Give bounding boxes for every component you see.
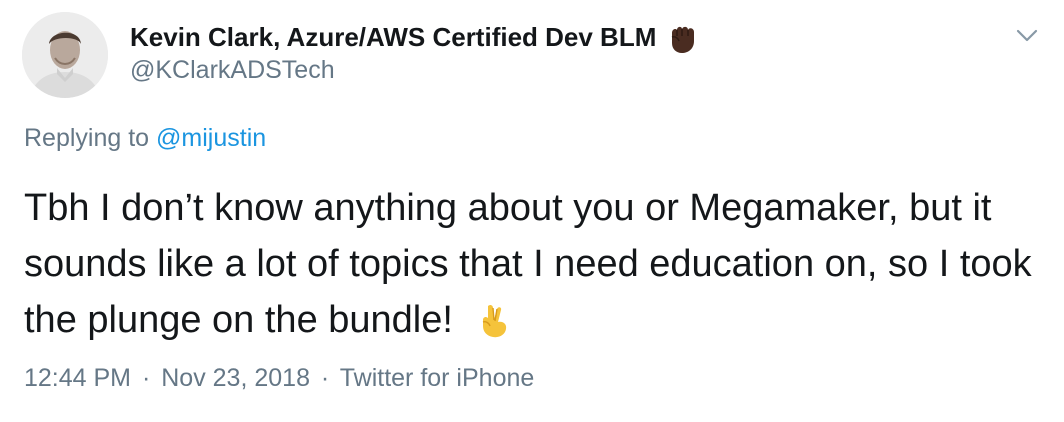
tweet-date[interactable]: Nov 23, 2018 bbox=[161, 364, 310, 392]
reply-mention-link[interactable]: @mijustin bbox=[156, 124, 266, 152]
raised-fist-icon bbox=[664, 19, 700, 55]
author-name[interactable]: Kevin Clark, Azure/AWS Certified Dev BLM bbox=[130, 19, 700, 55]
author-handle[interactable]: @KClarkADSTech bbox=[130, 56, 335, 85]
meta-separator: · bbox=[141, 364, 151, 392]
avatar[interactable] bbox=[22, 12, 108, 98]
tweet-meta: 12:44 PM · Nov 23, 2018 · Twitter for iP… bbox=[24, 364, 534, 393]
meta-separator: · bbox=[320, 364, 330, 392]
tweet-text: Tbh I don’t know anything about you or M… bbox=[24, 180, 1044, 348]
chevron-down-icon[interactable] bbox=[1012, 20, 1042, 50]
tweet-text-content: Tbh I don’t know anything about you or M… bbox=[24, 187, 1032, 341]
crossed-fingers-icon bbox=[474, 300, 514, 340]
tweet-card: Kevin Clark, Azure/AWS Certified Dev BLM… bbox=[0, 0, 1064, 422]
replying-to-label: Replying to bbox=[24, 124, 150, 152]
author-name-text: Kevin Clark, Azure/AWS Certified Dev BLM bbox=[130, 21, 657, 52]
tweet-source[interactable]: Twitter for iPhone bbox=[340, 364, 535, 392]
tweet-time[interactable]: 12:44 PM bbox=[24, 364, 131, 392]
replying-to: Replying to @mijustin bbox=[24, 124, 266, 153]
avatar-photo-icon bbox=[22, 12, 108, 98]
